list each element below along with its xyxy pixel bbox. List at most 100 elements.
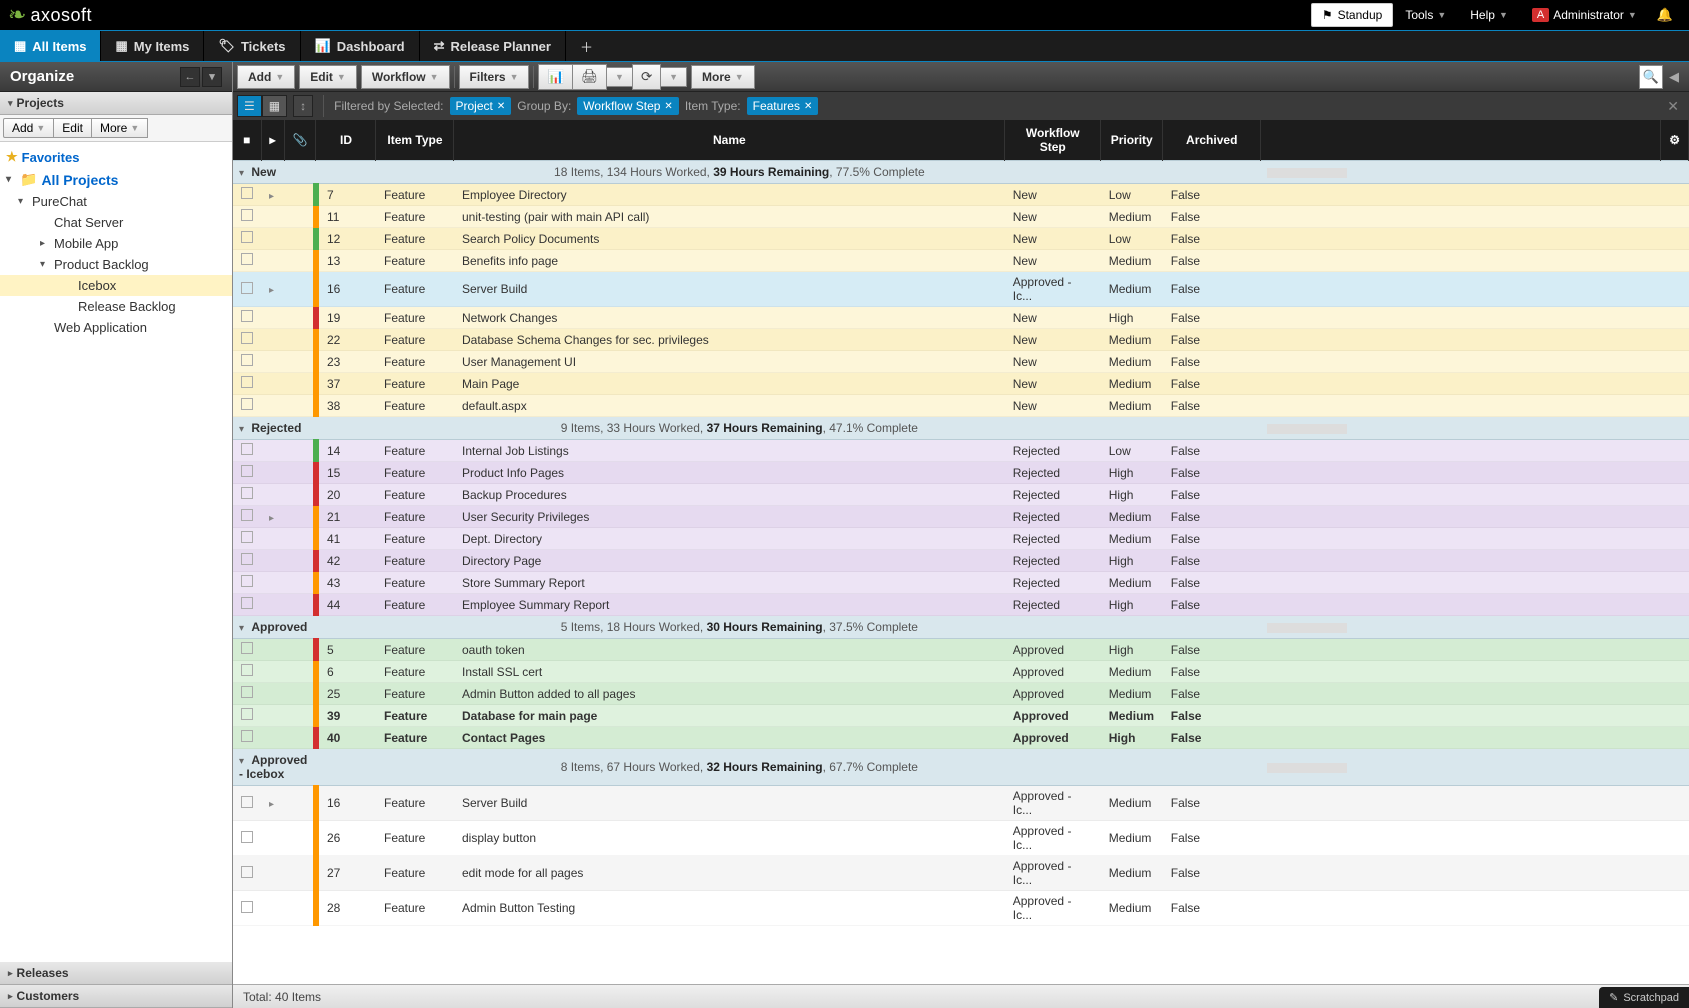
row-checkbox[interactable]	[241, 642, 253, 654]
logo[interactable]: ❧ axosoft	[8, 2, 92, 28]
collapse-panel-icon[interactable]: ◀	[1663, 69, 1685, 85]
table-row[interactable]: 26Featuredisplay buttonApproved - Ic...M…	[233, 821, 1689, 856]
standup-button[interactable]: ⚑ Standup	[1311, 3, 1393, 27]
table-row[interactable]: 6FeatureInstall SSL certApprovedMediumFa…	[233, 661, 1689, 683]
refresh-dropdown[interactable]: ▼	[660, 67, 687, 87]
row-checkbox[interactable]	[241, 209, 253, 221]
table-row[interactable]: ▸21FeatureUser Security PrivilegesReject…	[233, 506, 1689, 528]
row-checkbox[interactable]	[241, 686, 253, 698]
refresh-icon[interactable]: ⟳	[632, 64, 661, 90]
table-row[interactable]: 43FeatureStore Summary ReportRejectedMed…	[233, 572, 1689, 594]
expand-icon[interactable]: ▸	[269, 799, 274, 810]
table-row[interactable]: ▸7FeatureEmployee DirectoryNewLowFalse	[233, 184, 1689, 206]
col-id[interactable]: ID	[316, 120, 376, 161]
list-view-button[interactable]: ☰	[237, 95, 262, 117]
row-checkbox[interactable]	[241, 282, 253, 294]
panel-filter-button[interactable]: ▾	[202, 67, 222, 87]
table-row[interactable]: 42FeatureDirectory PageRejectedHighFalse	[233, 550, 1689, 572]
filter-chip-features[interactable]: Features✕	[747, 97, 819, 115]
sidebar-edit-button[interactable]: Edit	[53, 118, 92, 138]
row-checkbox[interactable]	[241, 901, 253, 913]
bell-icon[interactable]: 🔔	[1649, 7, 1681, 23]
table-row[interactable]: 12FeatureSearch Policy DocumentsNewLowFa…	[233, 228, 1689, 250]
row-checkbox[interactable]	[241, 465, 253, 477]
tab-release-planner[interactable]: ⇄Release Planner	[420, 31, 566, 61]
col-expand[interactable]: ▸	[261, 120, 284, 161]
row-checkbox[interactable]	[241, 575, 253, 587]
row-checkbox[interactable]	[241, 796, 253, 808]
panel-back-button[interactable]: ←	[180, 67, 200, 87]
close-icon[interactable]: ✕	[664, 101, 672, 112]
row-checkbox[interactable]	[241, 376, 253, 388]
row-checkbox[interactable]	[241, 231, 253, 243]
table-row[interactable]: 15FeatureProduct Info PagesRejectedHighF…	[233, 462, 1689, 484]
filter-chip-project[interactable]: Project✕	[450, 97, 512, 115]
row-checkbox[interactable]	[241, 443, 253, 455]
row-checkbox[interactable]	[241, 708, 253, 720]
group-row[interactable]: ▾ New18 Items, 134 Hours Worked, 39 Hour…	[233, 161, 1689, 184]
table-row[interactable]: 25FeatureAdmin Button added to all pages…	[233, 683, 1689, 705]
row-checkbox[interactable]	[241, 597, 253, 609]
row-checkbox[interactable]	[241, 664, 253, 676]
chart-icon[interactable]: 📊	[538, 64, 573, 90]
col-attach[interactable]: 📎	[284, 120, 316, 161]
row-checkbox[interactable]	[241, 253, 253, 265]
tools-menu[interactable]: Tools▼	[1393, 2, 1458, 28]
table-row[interactable]: 13FeatureBenefits info pageNewMediumFals…	[233, 250, 1689, 272]
close-icon[interactable]: ✕	[804, 101, 812, 112]
table-row[interactable]: ▸16FeatureServer BuildApproved - Ic...Me…	[233, 272, 1689, 307]
tree-item-release-backlog[interactable]: Release Backlog	[0, 296, 232, 317]
table-row[interactable]: 20FeatureBackup ProceduresRejectedHighFa…	[233, 484, 1689, 506]
help-menu[interactable]: Help▼	[1458, 2, 1520, 28]
table-row[interactable]: 39FeatureDatabase for main pageApprovedM…	[233, 705, 1689, 727]
row-checkbox[interactable]	[241, 553, 253, 565]
col-checkbox[interactable]: ■	[233, 120, 261, 161]
releases-section-header[interactable]: ▸Releases	[0, 962, 232, 985]
add-tab-button[interactable]: ＋	[566, 31, 607, 61]
row-checkbox[interactable]	[241, 509, 253, 521]
tree-item-chat-server[interactable]: Chat Server	[0, 212, 232, 233]
col-workflow-step[interactable]: Workflow Step	[1005, 120, 1101, 161]
tree-item-purechat[interactable]: ▾PureChat	[0, 191, 232, 212]
row-checkbox[interactable]	[241, 332, 253, 344]
group-row[interactable]: ▾ Approved - Icebox8 Items, 67 Hours Wor…	[233, 749, 1689, 786]
col-item-type[interactable]: Item Type	[376, 120, 454, 161]
tab-dashboard[interactable]: 📊Dashboard	[301, 31, 420, 61]
table-row[interactable]: 40FeatureContact PagesApprovedHighFalse	[233, 727, 1689, 749]
table-row[interactable]: ▸16FeatureServer BuildApproved - Ic...Me…	[233, 786, 1689, 821]
table-row[interactable]: 28FeatureAdmin Button TestingApproved - …	[233, 891, 1689, 926]
tree-item-mobile-app[interactable]: ▸Mobile App	[0, 233, 232, 254]
table-row[interactable]: 14FeatureInternal Job ListingsRejectedLo…	[233, 440, 1689, 462]
card-view-button[interactable]: ▦	[262, 95, 287, 117]
customers-section-header[interactable]: ▸Customers	[0, 985, 232, 1008]
table-row[interactable]: 41FeatureDept. DirectoryRejectedMediumFa…	[233, 528, 1689, 550]
print-dropdown[interactable]: ▼	[606, 67, 633, 87]
row-checkbox[interactable]	[241, 531, 253, 543]
tree-item-web-application[interactable]: Web Application	[0, 317, 232, 338]
expand-icon[interactable]: ▸	[269, 285, 274, 296]
table-row[interactable]: 19FeatureNetwork ChangesNewHighFalse	[233, 307, 1689, 329]
expand-icon[interactable]: ▸	[269, 513, 274, 524]
row-checkbox[interactable]	[241, 487, 253, 499]
row-checkbox[interactable]	[241, 354, 253, 366]
toolbar-filters-button[interactable]: Filters▼	[459, 65, 530, 89]
col-priority[interactable]: Priority	[1101, 120, 1163, 161]
print-icon[interactable]: 🖨	[572, 64, 607, 90]
tab-tickets[interactable]: 🏷Tickets	[204, 31, 300, 61]
expand-icon[interactable]: ▸	[269, 191, 274, 202]
row-checkbox[interactable]	[241, 730, 253, 742]
close-filter-bar[interactable]: ✕	[1661, 98, 1685, 115]
tree-item-product-backlog[interactable]: ▾Product Backlog	[0, 254, 232, 275]
tab-my-items[interactable]: ▦My Items	[101, 31, 204, 61]
row-checkbox[interactable]	[241, 310, 253, 322]
row-checkbox[interactable]	[241, 831, 253, 843]
projects-section-header[interactable]: ▾Projects	[0, 92, 232, 115]
table-row[interactable]: 38Featuredefault.aspxNewMediumFalse	[233, 395, 1689, 417]
toolbar-more-button[interactable]: More▼	[691, 65, 755, 89]
table-row[interactable]: 44FeatureEmployee Summary ReportRejected…	[233, 594, 1689, 616]
admin-menu[interactable]: A Administrator▼	[1520, 2, 1649, 28]
table-row[interactable]: 22FeatureDatabase Schema Changes for sec…	[233, 329, 1689, 351]
row-checkbox[interactable]	[241, 866, 253, 878]
filter-chip-workflow[interactable]: Workflow Step✕	[577, 97, 679, 115]
toolbar-add-button[interactable]: Add▼	[237, 65, 295, 89]
